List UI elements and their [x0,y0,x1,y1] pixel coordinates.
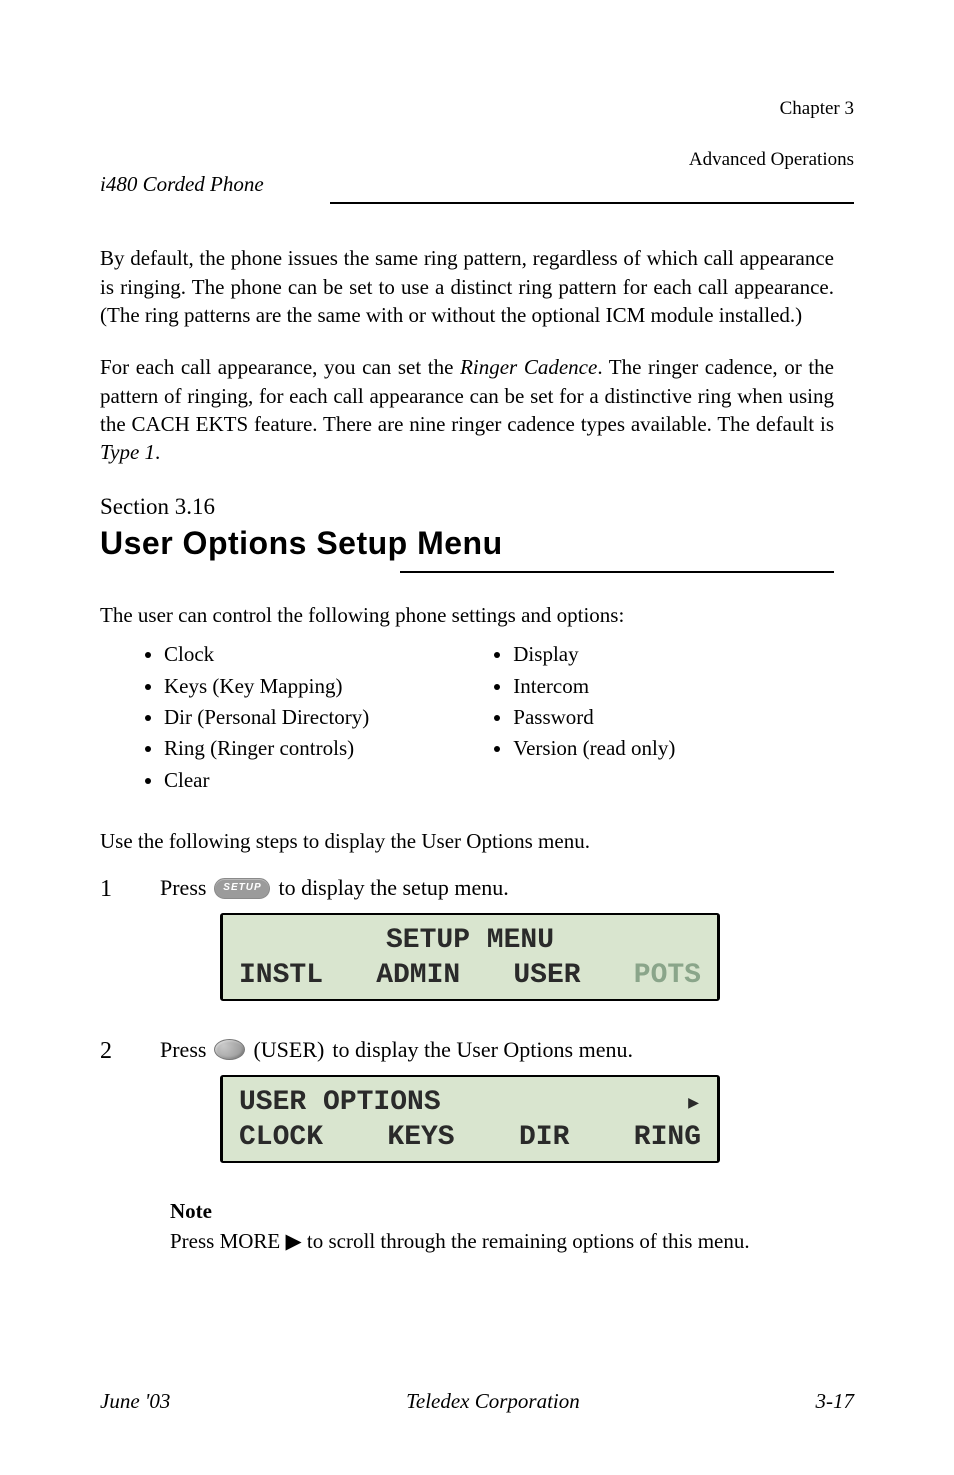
lcd-line-1: USER OPTIONS [239,1085,701,1120]
step-text-after: to display the User Options menu. [332,1035,633,1065]
lcd-line-2: INSTL ADMIN USER POTS [239,958,701,993]
list-item: Clear [164,766,369,794]
intro-paragraph-1: By default, the phone issues the same ri… [100,244,834,329]
note-title: Note [170,1197,834,1225]
lcd-line-2: CLOCK KEYS DIR RING [239,1120,701,1155]
step-1: 1 Press SETUP to display the setup menu.… [100,873,834,1025]
section-title: User Options Setup Menu [100,522,834,565]
note-body: Press MORE ▶ to scroll through the remai… [170,1227,834,1255]
step-number: 1 [100,873,120,905]
steps-lead: Use the following steps to display the U… [100,827,834,855]
step-text-before: Press [160,873,206,903]
lcd-user-options: USER OPTIONS ▶ CLOCK KEYS DIR RING [220,1075,720,1163]
list-item: Dir (Personal Directory) [164,703,369,731]
list-item: Version (read only) [513,734,675,762]
note-block: Note Press MORE ▶ to scroll through the … [170,1197,834,1256]
footer-date: June '03 [100,1387,170,1415]
user-options-lead: The user can control the following phone… [100,601,834,629]
lcd-setup-menu: SETUP MENU INSTL ADMIN USER POTS [220,913,720,1001]
options-list-right: Display Intercom Password Version (read … [449,637,675,797]
more-arrow-icon: ▶ [286,1229,302,1253]
doc-title: i480 Corded Phone [100,170,264,198]
divider [330,202,854,204]
list-item: Clock [164,640,369,668]
footer-page: 3-17 [816,1387,855,1415]
chapter-label: Chapter 3 Advanced Operations [652,70,854,198]
list-item: Keys (Key Mapping) [164,672,369,700]
step-number: 2 [100,1035,120,1067]
list-item: Display [513,640,675,668]
list-item: Ring (Ringer controls) [164,734,369,762]
step-text-after: to display the setup menu. [278,873,508,903]
more-arrow-icon: ▶ [688,1093,699,1116]
footer-company: Teledex Corporation [406,1387,580,1415]
section-label: Section 3.16 [100,491,834,522]
intro-paragraph-2: For each call appearance, you can set th… [100,353,834,466]
section-divider [400,571,834,573]
setup-button-icon: SETUP [214,878,270,899]
lcd-line-1: SETUP MENU [239,923,701,958]
list-item: Password [513,703,675,731]
options-list-left: Clock Keys (Key Mapping) Dir (Personal D… [100,637,369,797]
softkey-label: (USER) [253,1035,324,1065]
list-item: Intercom [513,672,675,700]
step-2: 2 Press (USER) to display the User Optio… [100,1035,834,1187]
softkey-button-icon [214,1039,245,1060]
step-text-before: Press [160,1035,206,1065]
